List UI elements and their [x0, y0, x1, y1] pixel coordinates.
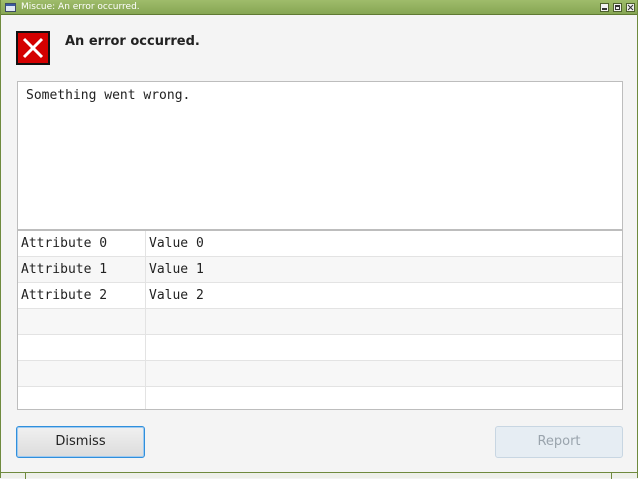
table-row[interactable]: Attribute 2 Value 2 [18, 283, 622, 309]
window-bottom-border[interactable] [1, 472, 637, 479]
value-cell: Value 0 [149, 236, 204, 251]
minimize-icon[interactable] [600, 3, 609, 12]
error-message-area[interactable]: Something went wrong. [17, 81, 623, 230]
attribute-cell: Attribute 1 [21, 262, 108, 277]
resize-grip-left[interactable] [25, 473, 26, 479]
dismiss-button[interactable]: Dismiss [16, 426, 145, 458]
error-message-text: Something went wrong. [26, 88, 191, 103]
column-divider[interactable] [145, 231, 146, 409]
attribute-cell: Attribute 2 [21, 288, 108, 303]
attribute-cell: Attribute 0 [21, 236, 108, 251]
table-row [18, 335, 622, 361]
window-title: Miscue: An error occurred. [21, 2, 140, 12]
error-dialog-window: Miscue: An error occurred. An error occu… [0, 0, 638, 479]
table-row[interactable]: Attribute 1 Value 1 [18, 257, 622, 283]
maximize-icon[interactable] [613, 3, 622, 12]
table-row [18, 361, 622, 387]
value-cell: Value 2 [149, 288, 204, 303]
close-icon[interactable] [626, 3, 635, 12]
report-button: Report [495, 426, 623, 458]
value-cell: Value 1 [149, 262, 204, 277]
table-row [18, 387, 622, 409]
error-icon [16, 31, 50, 65]
table-row [18, 309, 622, 335]
title-bar[interactable]: Miscue: An error occurred. [1, 0, 637, 15]
error-heading: An error occurred. [65, 34, 200, 49]
window-icon[interactable] [5, 3, 16, 12]
resize-grip-right[interactable] [611, 473, 612, 479]
table-row[interactable]: Attribute 0 Value 0 [18, 231, 622, 257]
attribute-table[interactable]: Attribute 0 Value 0 Attribute 1 Value 1 … [17, 230, 623, 410]
